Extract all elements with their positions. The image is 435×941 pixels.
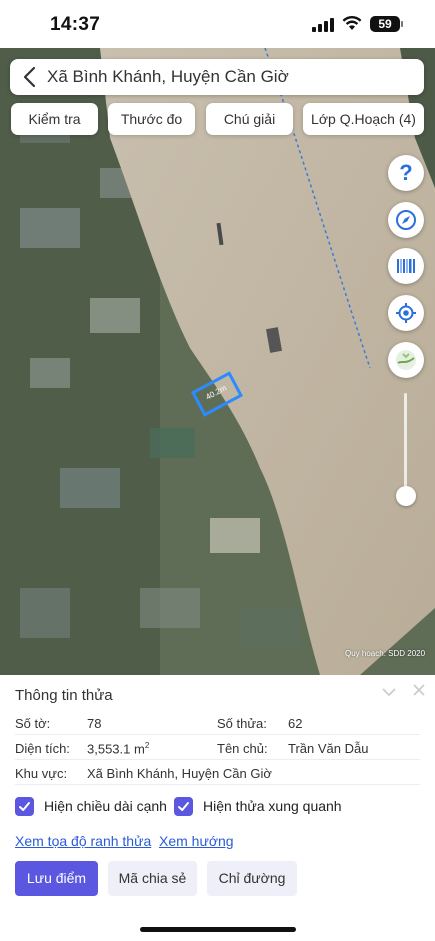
- checkbox-checked-icon[interactable]: [15, 796, 34, 816]
- battery-icon: 59: [370, 16, 403, 32]
- planning-layer-button[interactable]: Lớp Q.Hoạch (4): [303, 103, 424, 135]
- info-row-sheet: Số tờ: 78 Số thửa: 62: [15, 711, 420, 735]
- map-layers-icon: [396, 350, 416, 370]
- close-icon[interactable]: [412, 683, 426, 697]
- help-icon: ?: [399, 160, 413, 185]
- map-type-button[interactable]: [388, 342, 424, 378]
- owner-label: Tên chủ:: [217, 741, 268, 756]
- parcel-info-panel: Thông tin thửa Số tờ: 78 Số thửa: 62 Diệ…: [0, 675, 435, 941]
- help-button[interactable]: ?: [388, 155, 424, 191]
- compass-button[interactable]: [388, 202, 424, 238]
- area-label: Diện tích:: [15, 741, 70, 756]
- status-time: 14:37: [50, 14, 101, 35]
- region-label: Khu vực:: [15, 766, 68, 781]
- map-watermark: Quy hoạch: SDD 2020: [345, 649, 426, 658]
- sheet-value: 78: [87, 716, 102, 731]
- satellite-map[interactable]: 40.2m Quy hoạch: SDD 2020: [0, 48, 435, 675]
- area-number: 3,553.1 m: [87, 741, 145, 757]
- barcode-icon: [397, 259, 415, 273]
- barcode-scan-button[interactable]: [388, 248, 424, 284]
- cellular-signal-icon: [312, 18, 334, 32]
- region-value: Xã Bình Khánh, Huyện Cần Giờ: [87, 766, 272, 781]
- location-target-icon: [396, 303, 416, 323]
- save-point-button[interactable]: Lưu điểm: [15, 861, 98, 896]
- compass-icon: [396, 210, 416, 230]
- show-edge-length-label: Hiện chiều dài cạnh: [44, 798, 167, 814]
- location-search-bar[interactable]: Xã Bình Khánh, Huyện Cần Giờ: [10, 59, 424, 95]
- home-indicator[interactable]: [140, 927, 296, 932]
- my-location-button[interactable]: [388, 295, 424, 331]
- info-row-area: Diện tích: 3,553.1 m2 Tên chủ: Trần Văn …: [15, 736, 420, 760]
- parcel-number-value: 62: [288, 716, 303, 731]
- location-title: Xã Bình Khánh, Huyện Cần Giờ: [47, 67, 289, 86]
- area-value: 3,553.1 m2: [87, 741, 149, 756]
- back-arrow-icon[interactable]: [22, 66, 38, 88]
- wifi-icon: [342, 15, 362, 30]
- zoom-slider-thumb[interactable]: [396, 486, 416, 506]
- view-coordinates-link[interactable]: Xem tọa độ ranh thửa: [15, 833, 151, 849]
- show-neighbors-label: Hiện thửa xung quanh: [203, 798, 342, 814]
- owner-value: Trần Văn Dẫu: [288, 741, 369, 756]
- info-row-region: Khu vực: Xã Bình Khánh, Huyện Cần Giờ: [15, 761, 420, 785]
- view-direction-link[interactable]: Xem hướng: [159, 833, 234, 849]
- directions-button[interactable]: Chỉ đường: [207, 861, 297, 896]
- area-unit-exponent: 2: [144, 741, 150, 750]
- sheet-label: Số tờ:: [15, 716, 51, 731]
- parcel-number-label: Số thửa:: [217, 716, 267, 731]
- show-neighbors-toggle[interactable]: Hiện thửa xung quanh: [174, 795, 342, 817]
- share-code-button[interactable]: Mã chia sẻ: [108, 861, 197, 896]
- measure-button[interactable]: Thước đo: [108, 103, 195, 135]
- zoom-slider-track[interactable]: [404, 393, 407, 498]
- checkbox-checked-icon[interactable]: [174, 796, 193, 816]
- show-edge-length-toggle[interactable]: Hiện chiều dài cạnh: [15, 795, 167, 817]
- status-bar: 14:37 59: [0, 0, 435, 48]
- legend-button[interactable]: Chú giải: [206, 103, 293, 135]
- panel-title: Thông tin thửa: [15, 687, 113, 704]
- chevron-down-icon[interactable]: [381, 685, 397, 699]
- check-button[interactable]: Kiểm tra: [11, 103, 98, 135]
- map-imagery: [0, 48, 435, 675]
